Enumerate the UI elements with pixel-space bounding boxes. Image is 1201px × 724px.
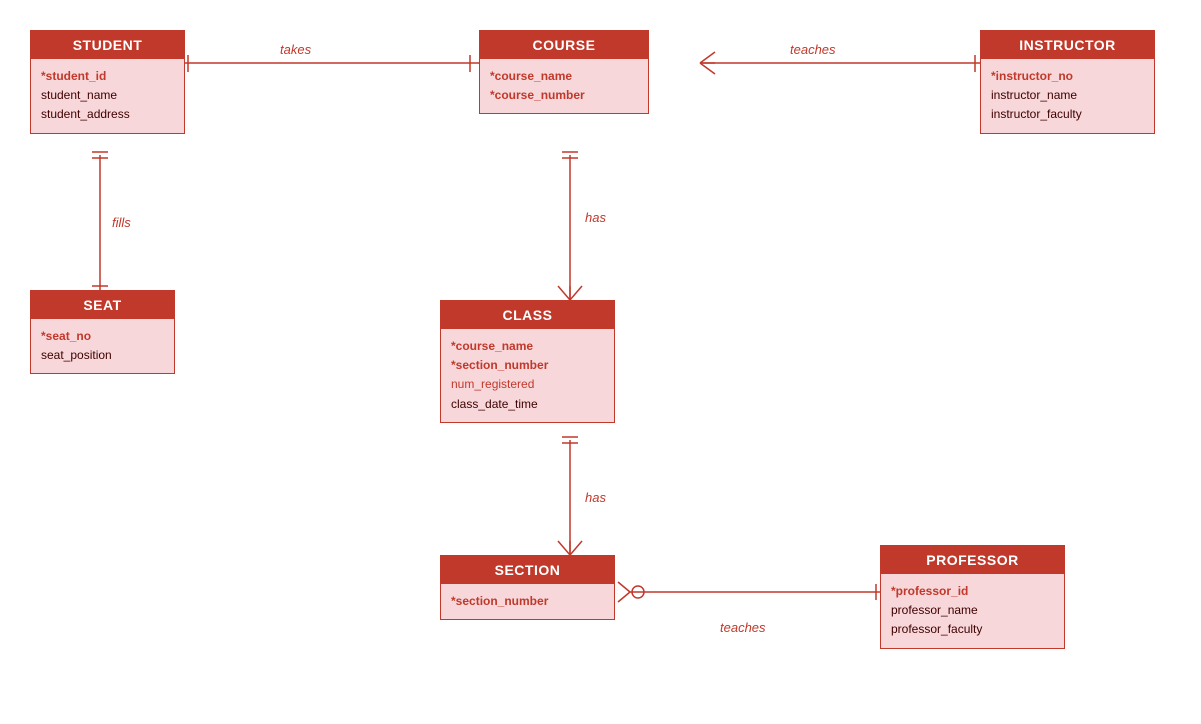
- entity-class-body: *course_name *section_number num_registe…: [441, 329, 614, 422]
- student-field-name: student_name: [41, 86, 174, 105]
- entity-student-body: *student_id student_name student_address: [31, 59, 184, 133]
- entity-section: SECTION *section_number: [440, 555, 615, 620]
- entity-instructor-header: INSTRUCTOR: [981, 31, 1154, 59]
- entity-seat: SEAT *seat_no seat_position: [30, 290, 175, 374]
- rel-has-section-label: has: [585, 490, 606, 505]
- class-field-date-time: class_date_time: [451, 395, 604, 414]
- diagram-container: STUDENT *student_id student_name student…: [0, 0, 1201, 724]
- seat-field-position: seat_position: [41, 346, 164, 365]
- professor-field-id: *professor_id: [891, 582, 1054, 601]
- entity-professor-body: *professor_id professor_name professor_f…: [881, 574, 1064, 648]
- professor-field-faculty: professor_faculty: [891, 620, 1054, 639]
- section-field-number: *section_number: [451, 592, 604, 611]
- instructor-field-faculty: instructor_faculty: [991, 105, 1144, 124]
- rel-takes-label: takes: [280, 42, 311, 57]
- entity-course: COURSE *course_name *course_number: [479, 30, 649, 114]
- course-field-name: *course_name: [490, 67, 638, 86]
- entity-section-body: *section_number: [441, 584, 614, 619]
- rel-fills-label: fills: [112, 215, 131, 230]
- entity-class-header: CLASS: [441, 301, 614, 329]
- entity-course-header: COURSE: [480, 31, 648, 59]
- entity-class: CLASS *course_name *section_number num_r…: [440, 300, 615, 423]
- student-field-id: *student_id: [41, 67, 174, 86]
- entity-seat-header: SEAT: [31, 291, 174, 319]
- rel-teaches-professor-label: teaches: [720, 620, 766, 635]
- class-field-section-number: *section_number: [451, 356, 604, 375]
- instructor-field-name: instructor_name: [991, 86, 1144, 105]
- entity-student: STUDENT *student_id student_name student…: [30, 30, 185, 134]
- class-field-num-registered: num_registered: [451, 375, 604, 394]
- class-field-course-name: *course_name: [451, 337, 604, 356]
- rel-has-class-label: has: [585, 210, 606, 225]
- instructor-field-no: *instructor_no: [991, 67, 1144, 86]
- professor-field-name: professor_name: [891, 601, 1054, 620]
- course-field-number: *course_number: [490, 86, 638, 105]
- entity-section-header: SECTION: [441, 556, 614, 584]
- rel-teaches-instructor-label: teaches: [790, 42, 836, 57]
- entity-course-body: *course_name *course_number: [480, 59, 648, 113]
- entity-professor: PROFESSOR *professor_id professor_name p…: [880, 545, 1065, 649]
- seat-field-no: *seat_no: [41, 327, 164, 346]
- entity-instructor: INSTRUCTOR *instructor_no instructor_nam…: [980, 30, 1155, 134]
- entity-student-header: STUDENT: [31, 31, 184, 59]
- entity-professor-header: PROFESSOR: [881, 546, 1064, 574]
- entity-seat-body: *seat_no seat_position: [31, 319, 174, 373]
- entity-instructor-body: *instructor_no instructor_name instructo…: [981, 59, 1154, 133]
- student-field-address: student_address: [41, 105, 174, 124]
